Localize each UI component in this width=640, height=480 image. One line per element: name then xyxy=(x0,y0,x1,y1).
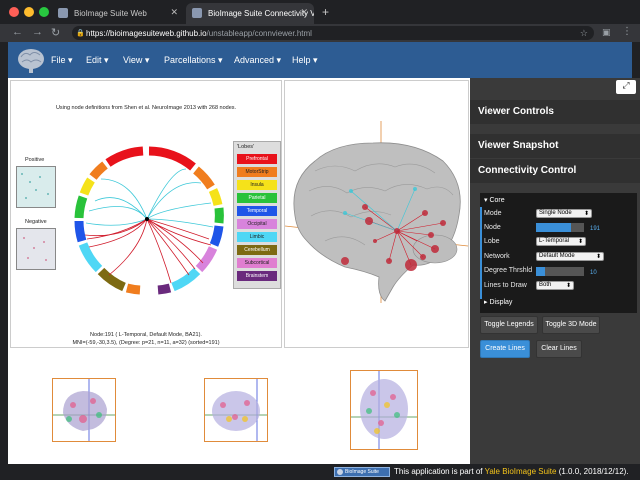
control-panel: ⤢ Viewer Controls Viewer Snapshot Connec… xyxy=(470,78,640,464)
menu-edit[interactable]: Edit ▾ xyxy=(86,55,109,66)
legend-item-motorstrip: MotorStrip xyxy=(237,167,277,177)
connectogram-panel[interactable]: Using node definitions from Shen et al. … xyxy=(10,80,282,348)
address-toolbar: ← → ↻ 🔒 https://bioimagesuiteweb.github.… xyxy=(0,24,640,42)
badge-logo-icon xyxy=(337,469,343,475)
menu-advanced[interactable]: Advanced ▾ xyxy=(234,55,281,66)
brain-surface xyxy=(293,142,461,302)
mode-select[interactable]: Single Node ⬍ xyxy=(536,209,592,218)
legend-item-brainstem: Brainstem xyxy=(237,271,277,281)
brain-3d-view[interactable] xyxy=(284,80,469,348)
bookmark-star-icon[interactable]: ☆ xyxy=(580,28,588,39)
legend-item-prefrontal: Prefrontal xyxy=(237,154,277,164)
close-tab-icon[interactable]: ✕ xyxy=(170,7,178,18)
favicon-icon xyxy=(192,8,202,18)
more-menu-icon[interactable]: ⋮ xyxy=(622,26,632,37)
close-window-button[interactable] xyxy=(9,7,19,17)
node-label: Node xyxy=(484,224,501,231)
address-bar[interactable]: 🔒 https://bioimagesuiteweb.github.io/uns… xyxy=(72,26,594,40)
legend-item-temporal: Temporal xyxy=(237,206,277,216)
menu-view[interactable]: View ▾ xyxy=(123,55,149,66)
bioimage-suite-badge[interactable]: BioImage Suite xyxy=(334,467,390,477)
app-navbar: File ▾ Edit ▾ View ▾ Parcellations ▾ Adv… xyxy=(8,42,632,78)
legend-item-occipital: Occipital xyxy=(237,219,277,229)
display-toggle[interactable]: ▸ Display xyxy=(484,298,512,306)
parcellation-caption: Using node definitions from Shen et al. … xyxy=(55,105,237,111)
legend-item-limbic: Limbic xyxy=(237,232,277,242)
yale-link[interactable]: Yale BioImage Suite xyxy=(485,467,557,476)
node-info-line2: MNI=(-59,-30,3.5), (Degree: p=21, n=11, … xyxy=(72,340,220,346)
reload-icon[interactable]: ↻ xyxy=(51,26,60,39)
network-label: Network xyxy=(484,253,510,260)
lobe-label: Lobe xyxy=(484,238,500,245)
positive-matrix-thumbnail[interactable] xyxy=(16,166,56,208)
tab-title: BioImage Suite Web xyxy=(74,9,147,18)
core-accent-bar xyxy=(480,207,482,299)
axial-slice-view[interactable] xyxy=(350,370,418,450)
url-path: /unstableapp/connviewer.html xyxy=(206,29,312,38)
close-tab-icon[interactable]: ✕ xyxy=(300,7,308,18)
node-value: 191 xyxy=(590,226,601,232)
positive-label: Positive xyxy=(25,157,45,163)
menu-help[interactable]: Help ▾ xyxy=(292,55,318,66)
sagittal-slice-view[interactable] xyxy=(52,378,116,442)
tab-bioimage-suite-web[interactable]: BioImage Suite Web ✕ xyxy=(52,3,184,24)
connectogram-circle[interactable] xyxy=(61,139,237,305)
back-arrow-icon[interactable]: ← xyxy=(12,26,23,38)
lines-to-draw-label: Lines to Draw xyxy=(484,282,527,289)
forward-arrow-icon[interactable]: → xyxy=(32,26,43,38)
degree-threshold-slider[interactable] xyxy=(536,267,584,276)
lock-icon: 🔒 xyxy=(76,30,85,37)
node-info-line1: Node:191 ( L-Temporal, Default Mode, BA2… xyxy=(90,332,202,338)
toggle-legends-button[interactable]: Toggle Legends xyxy=(480,316,538,334)
legend-item-insula: Insula xyxy=(237,180,277,190)
tab-title: BioImage Suite Connectivity V xyxy=(208,9,314,18)
extension-icon[interactable]: ▣ xyxy=(602,27,611,38)
clear-lines-button[interactable]: Clear Lines xyxy=(536,340,582,358)
core-section: ▾ Core Mode Single Node ⬍ Node 191 Lobe L… xyxy=(480,193,637,313)
viewer-area: Using node definitions from Shen et al. … xyxy=(8,78,470,464)
app-footer: BioImage Suite This application is part … xyxy=(0,464,640,480)
maximize-window-button[interactable] xyxy=(39,7,49,17)
browser-tab-bar: BioImage Suite Web ✕ BioImage Suite Conn… xyxy=(0,0,640,24)
mode-label: Mode xyxy=(484,210,502,217)
coronal-slice-view[interactable] xyxy=(204,378,268,442)
menu-file[interactable]: File ▾ xyxy=(51,55,73,66)
url-host: https://bioimagesuiteweb.github.io xyxy=(86,29,207,38)
connectivity-control-header[interactable]: Connectivity Control xyxy=(470,159,640,183)
lobes-legend: 'Lobes' Prefrontal MotorStrip Insula Pariet… xyxy=(233,141,281,289)
menu-parcellations[interactable]: Parcellations ▾ xyxy=(164,55,223,66)
viewer-snapshot-header[interactable]: Viewer Snapshot xyxy=(470,134,640,158)
toggle-3d-mode-button[interactable]: Toggle 3D Mode xyxy=(542,316,600,334)
footer-text: This application is part of Yale BioImag… xyxy=(394,467,629,476)
favicon-icon xyxy=(58,8,68,18)
negative-matrix-thumbnail[interactable] xyxy=(16,228,56,270)
degree-threshold-value: 10 xyxy=(590,270,597,276)
degree-threshold-label: Degree Thrshld xyxy=(484,267,533,274)
legend-item-subcortical: Subcortical xyxy=(237,258,277,268)
new-tab-button[interactable]: + xyxy=(322,5,329,19)
create-lines-button[interactable]: Create Lines xyxy=(480,340,530,358)
core-toggle[interactable]: ▾ Core xyxy=(484,196,505,204)
legend-item-cerebellum: Cerebellum xyxy=(237,245,277,255)
negative-label: Negative xyxy=(25,219,47,225)
legend-title: 'Lobes' xyxy=(237,144,255,150)
bioimage-brain-logo-icon[interactable] xyxy=(16,46,46,74)
lines-to-draw-select[interactable]: Both ⬍ xyxy=(536,281,574,290)
lobe-select[interactable]: L-Temporal ⬍ xyxy=(536,237,586,246)
dock-toggle-icon[interactable]: ⤢ xyxy=(616,80,636,94)
legend-item-parietal: Parietal xyxy=(237,193,277,203)
tab-connectivity-viewer[interactable]: BioImage Suite Connectivity V ✕ xyxy=(186,3,314,24)
viewer-controls-header[interactable]: Viewer Controls xyxy=(470,100,640,124)
network-select[interactable]: Default Mode ⬍ xyxy=(536,252,604,261)
node-slider[interactable] xyxy=(536,223,584,232)
minimize-window-button[interactable] xyxy=(24,7,34,17)
selected-node-marker xyxy=(145,217,149,221)
